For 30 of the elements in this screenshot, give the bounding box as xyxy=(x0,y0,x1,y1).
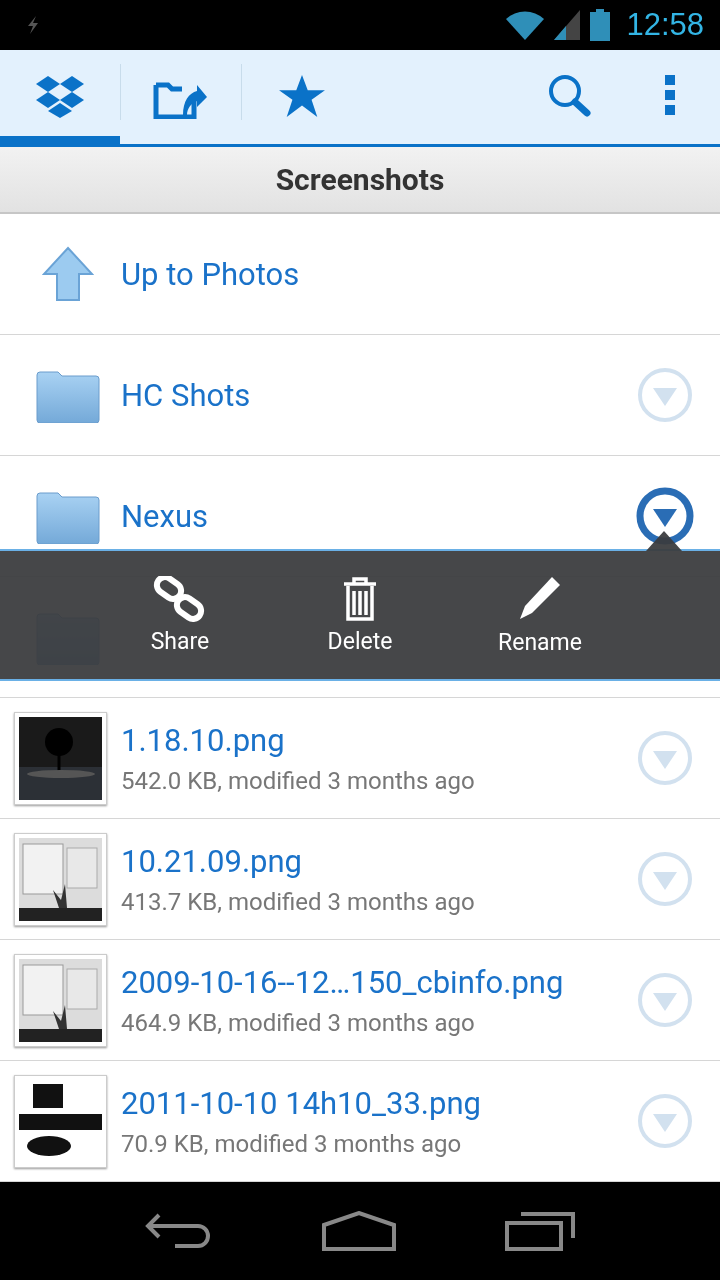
dropdown-button[interactable] xyxy=(636,487,694,546)
popup-action[interactable]: Rename xyxy=(450,551,630,680)
dropbox-logo-icon xyxy=(36,75,84,118)
recent-apps-icon[interactable] xyxy=(505,1211,576,1252)
item-name[interactable]: Up to Photos xyxy=(121,255,300,293)
file-details: 413.7 KB, modified 3 months ago xyxy=(121,887,475,916)
search-icon[interactable] xyxy=(547,72,593,117)
file-details: 542.0 KB, modified 3 months ago xyxy=(121,766,475,795)
popup-action[interactable]: Delete xyxy=(270,551,450,680)
signal-icon xyxy=(554,9,581,40)
item-name[interactable]: 10.21.09.png xyxy=(121,842,302,880)
home-icon[interactable] xyxy=(322,1211,396,1252)
back-icon[interactable] xyxy=(144,1213,213,1250)
item-name[interactable]: 2011-10-10 14h10_33.png xyxy=(121,1084,481,1122)
menu-icon[interactable] xyxy=(665,74,675,115)
up-arrow-icon xyxy=(41,246,94,303)
popup-action[interactable]: Share xyxy=(90,551,270,680)
file-details: 70.9 KB, modified 3 months ago xyxy=(121,1129,462,1158)
wifi-icon xyxy=(506,9,545,40)
folder-title: Screenshots xyxy=(275,161,445,197)
star-icon xyxy=(279,74,325,119)
item-name[interactable]: 1.18.10.png xyxy=(121,721,285,759)
item-name[interactable]: HC Shots xyxy=(121,376,251,414)
battery-icon xyxy=(590,8,611,41)
file-details: 464.9 KB, modified 3 months ago xyxy=(121,1008,475,1037)
item-name[interactable]: Nexus xyxy=(121,497,209,535)
item-name[interactable]: 2009-10-16--12…150_cbinfo.png xyxy=(121,963,564,1001)
clock: 12:58 xyxy=(626,6,704,43)
charging-icon xyxy=(26,15,40,34)
trash-icon xyxy=(342,575,378,622)
